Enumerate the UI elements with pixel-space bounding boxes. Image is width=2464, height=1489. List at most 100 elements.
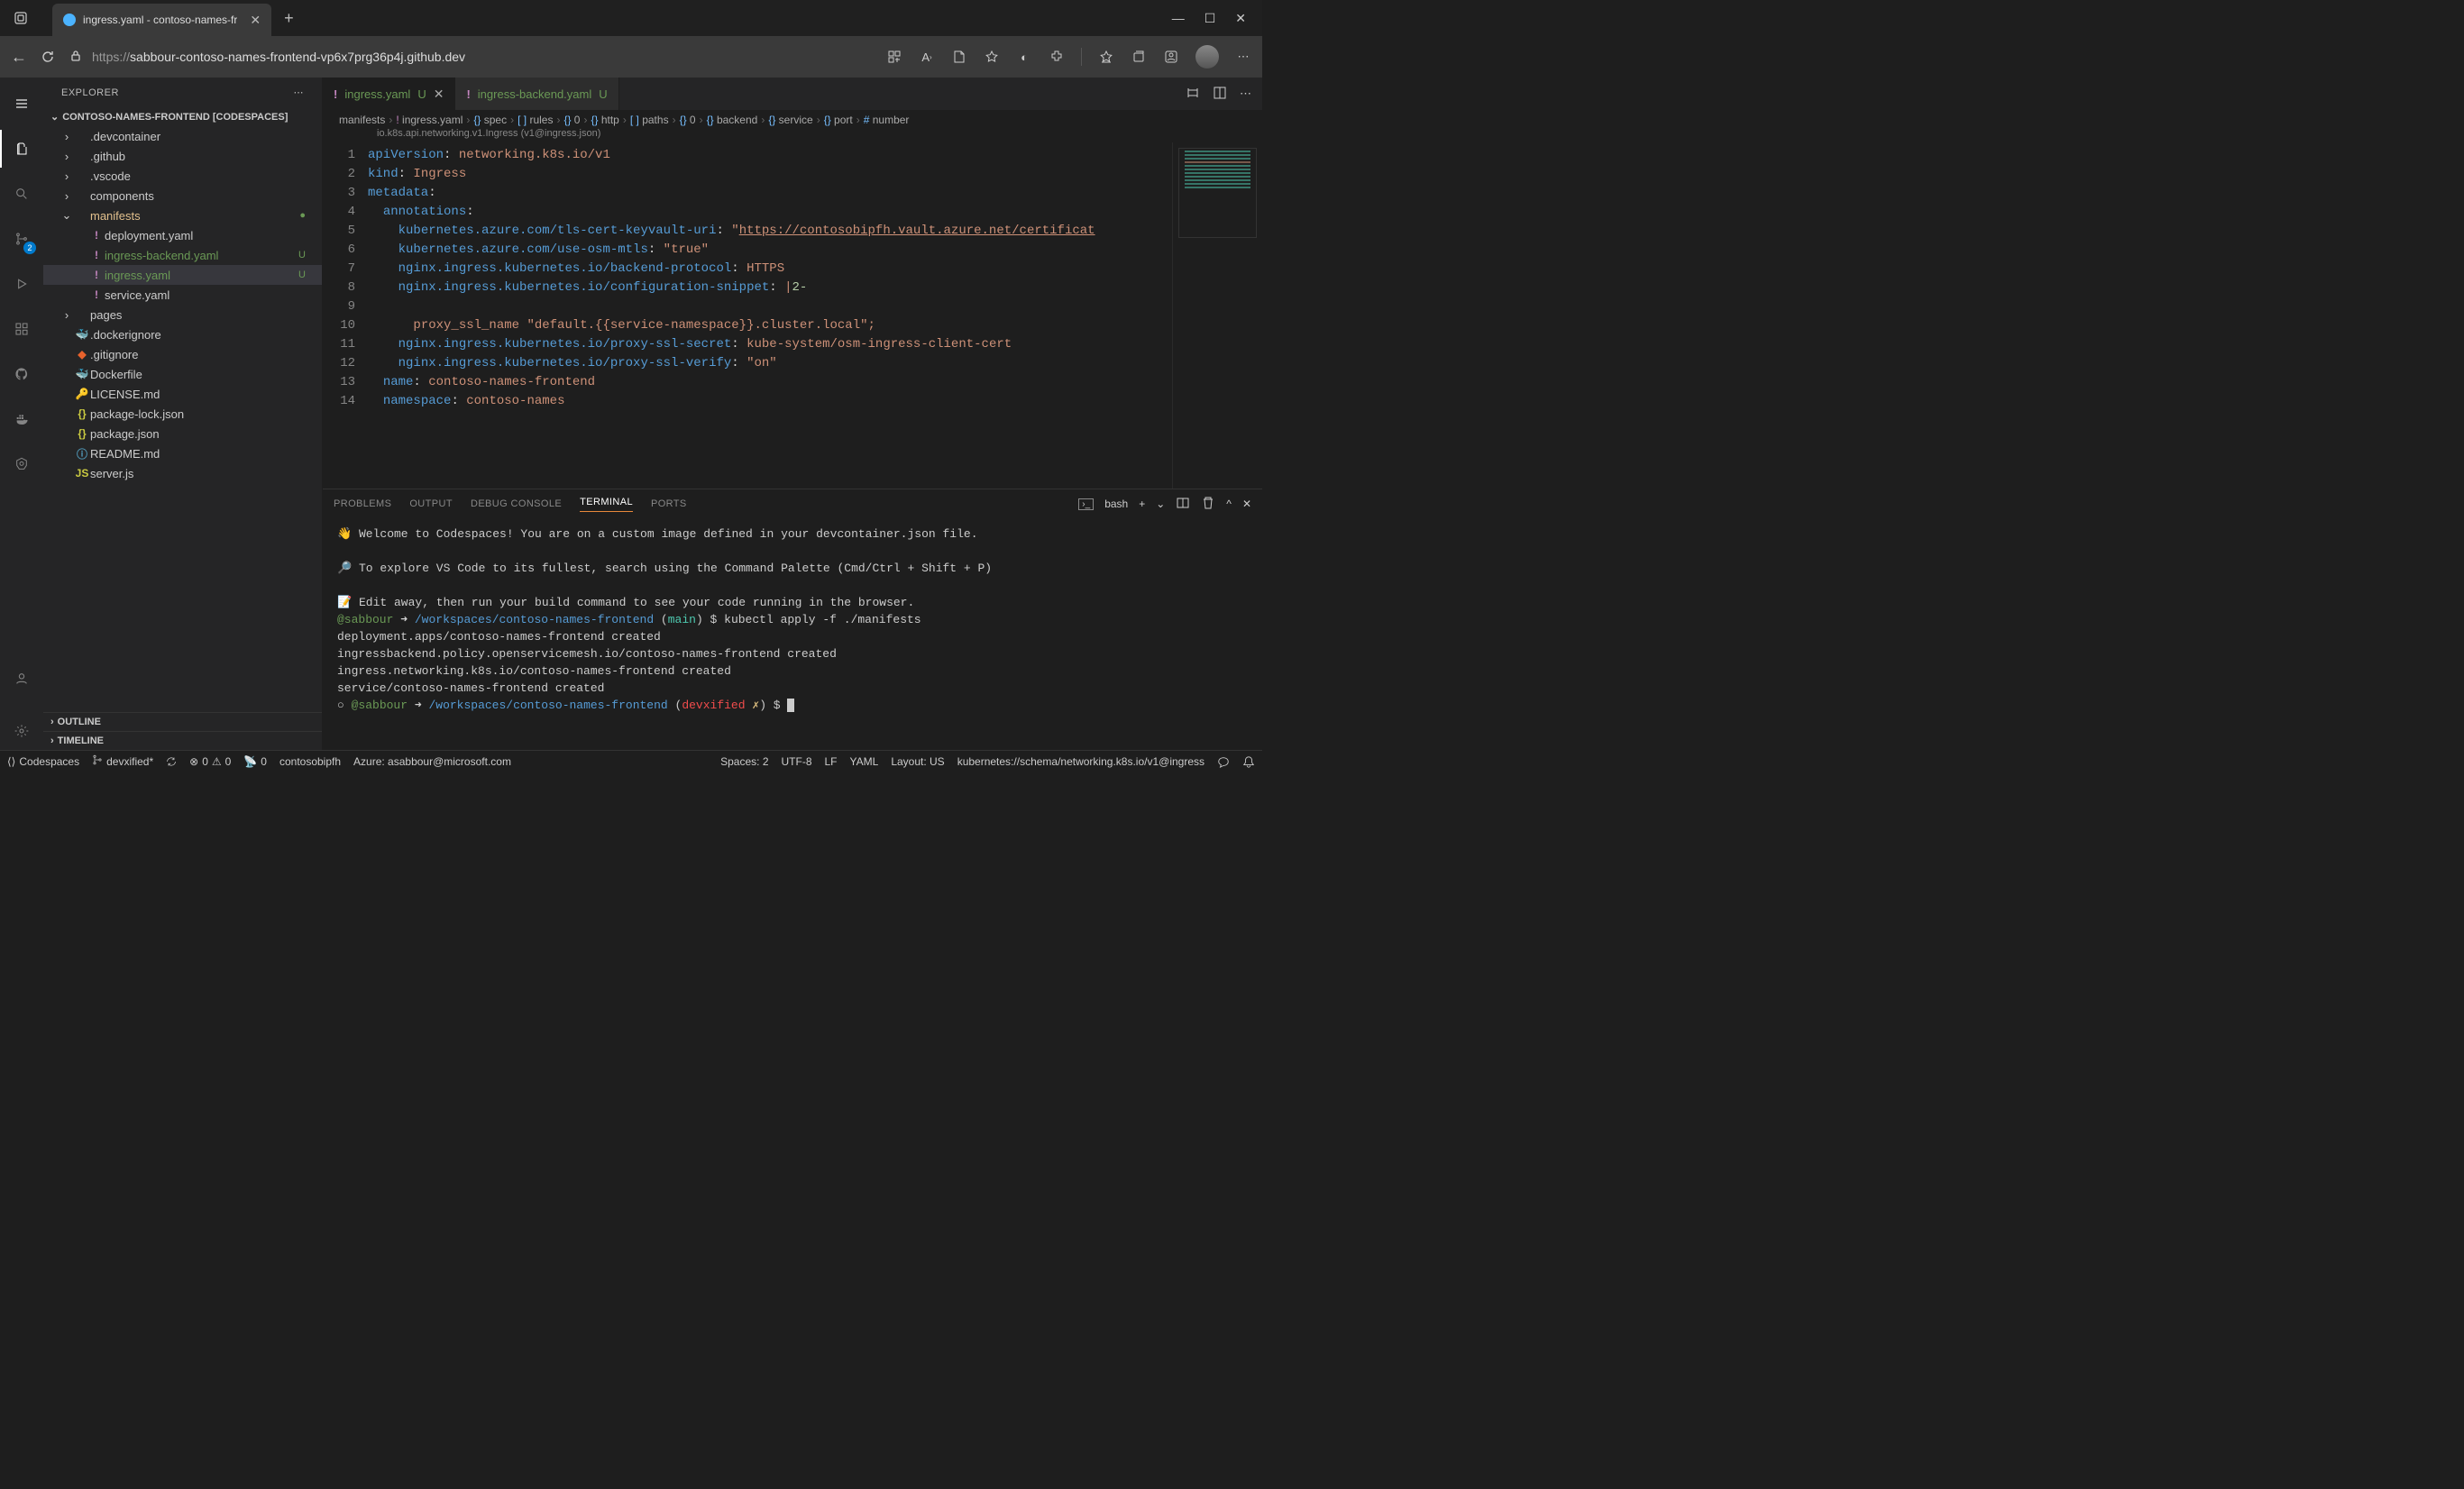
close-tab-icon[interactable]: ✕	[434, 87, 444, 102]
collections-icon[interactable]	[1131, 49, 1147, 65]
tree-item-package-json[interactable]: {}package.json	[43, 424, 322, 443]
schema-status[interactable]: kubernetes://schema/networking.k8s.io/v1…	[957, 755, 1205, 768]
more-menu-icon[interactable]: ⋯	[1235, 49, 1251, 65]
tree-item-package-lock-json[interactable]: {}package-lock.json	[43, 404, 322, 424]
breadcrumb-schema: io.k8s.api.networking.v1.Ingress (v1@ing…	[323, 128, 1262, 142]
browser-profile-icon[interactable]	[1163, 49, 1179, 65]
workspace-section[interactable]: ⌄ CONTOSO-NAMES-FRONTEND [CODESPACES]	[43, 107, 322, 126]
new-terminal-icon[interactable]: +	[1139, 498, 1145, 510]
debug-icon[interactable]	[0, 265, 43, 303]
maximize-panel-icon[interactable]: ^	[1226, 498, 1232, 510]
url-display[interactable]: https://sabbour-contoso-names-frontend-v…	[69, 49, 874, 66]
split-terminal-icon[interactable]	[1176, 496, 1190, 513]
new-tab-button[interactable]: +	[284, 9, 294, 28]
outline-section[interactable]: ›OUTLINE	[43, 712, 322, 731]
tree-item-pages[interactable]: ›pages	[43, 305, 322, 324]
tree-item-ingress-backend-yaml[interactable]: !ingress-backend.yamlU	[43, 245, 322, 265]
tree-item-license-md[interactable]: 🔑LICENSE.md	[43, 384, 322, 404]
text-size-icon[interactable]: A›	[919, 49, 935, 65]
editor-more-icon[interactable]: ⋯	[1240, 87, 1251, 101]
problems-status[interactable]: ⊗0⚠0	[189, 755, 231, 768]
close-panel-icon[interactable]: ✕	[1242, 498, 1251, 510]
account-icon[interactable]	[0, 660, 43, 698]
bottom-panel: PROBLEMS OUTPUT DEBUG CONSOLE TERMINAL PORTS…	[323, 489, 1262, 750]
user-avatar[interactable]	[1195, 45, 1219, 69]
git-branch-status[interactable]: devxified*	[92, 754, 153, 768]
language-status[interactable]: YAML	[850, 755, 879, 768]
menu-icon[interactable]	[0, 85, 43, 123]
azure-status[interactable]: Azure: asabbour@microsoft.com	[353, 755, 511, 768]
docker-icon[interactable]	[0, 400, 43, 438]
tree-item-server-js[interactable]: JSserver.js	[43, 463, 322, 483]
tree-item-readme-md[interactable]: ⓘREADME.md	[43, 443, 322, 463]
eol-status[interactable]: LF	[825, 755, 838, 768]
tree-item-deployment-yaml[interactable]: !deployment.yaml	[43, 225, 322, 245]
tree-item--github[interactable]: ›.github	[43, 146, 322, 166]
editor-tab-ingress-backend-yaml[interactable]: !ingress-backend.yaml U	[455, 78, 618, 110]
split-editor-icon[interactable]	[1213, 86, 1227, 103]
ports-status[interactable]: 📡0	[243, 755, 267, 768]
breadcrumb[interactable]: manifests›! ingress.yaml›{} spec›[ ] rul…	[323, 110, 1262, 128]
terminal-shell-icon[interactable]: ›_	[1078, 498, 1094, 510]
minimap[interactable]	[1172, 142, 1262, 489]
settings-gear-icon[interactable]	[0, 712, 43, 750]
explorer-icon[interactable]	[0, 130, 43, 168]
browser-tab[interactable]: ingress.yaml - contoso-names-fr ✕	[52, 4, 271, 36]
subscription-status[interactable]: contosobipfh	[279, 755, 341, 768]
tree-item--vscode[interactable]: ›.vscode	[43, 166, 322, 186]
tree-item-components[interactable]: ›components	[43, 186, 322, 206]
explorer-sidebar: EXPLORER ⋯ ⌄ CONTOSO-NAMES-FRONTEND [COD…	[43, 78, 323, 750]
kubernetes-icon[interactable]	[0, 445, 43, 483]
tree-item--gitignore[interactable]: ◆.gitignore	[43, 344, 322, 364]
source-control-icon[interactable]: 2	[0, 220, 43, 258]
close-window-icon[interactable]: ✕	[1235, 11, 1246, 26]
compare-icon[interactable]	[1186, 86, 1200, 103]
panel-tab-debug-console[interactable]: DEBUG CONSOLE	[471, 498, 562, 509]
app-install-icon[interactable]	[886, 49, 902, 65]
explorer-title: EXPLORER	[61, 87, 119, 98]
panel-tab-problems[interactable]: PROBLEMS	[334, 498, 391, 509]
feedback-icon[interactable]	[1217, 755, 1230, 768]
favorites-bar-icon[interactable]	[1098, 49, 1114, 65]
panel-tab-terminal[interactable]: TERMINAL	[580, 497, 633, 512]
activity-bar: 2	[0, 78, 43, 750]
reading-icon[interactable]	[951, 49, 967, 65]
refresh-icon[interactable]	[40, 49, 56, 65]
tab-actions-icon[interactable]	[7, 5, 34, 32]
notifications-icon[interactable]	[1242, 755, 1255, 768]
tree-item-dockerfile[interactable]: 🐳Dockerfile	[43, 364, 322, 384]
minimize-icon[interactable]: —	[1172, 11, 1185, 26]
tree-item-ingress-yaml[interactable]: !ingress.yamlU	[43, 265, 322, 285]
codespaces-status[interactable]: ⟨⟩Codespaces	[7, 755, 79, 768]
timeline-section[interactable]: ›TIMELINE	[43, 731, 322, 750]
favorite-icon[interactable]	[984, 49, 1000, 65]
browser-titlebar: ingress.yaml - contoso-names-fr ✕ + — ☐ …	[0, 0, 1262, 36]
search-icon[interactable]	[0, 175, 43, 213]
tree-item-manifests[interactable]: ⌄manifests●	[43, 206, 322, 225]
theme-icon[interactable]: ◐	[1016, 49, 1032, 65]
tree-item-service-yaml[interactable]: !service.yaml	[43, 285, 322, 305]
panel-tab-ports[interactable]: PORTS	[651, 498, 687, 509]
extensions-icon[interactable]	[0, 310, 43, 348]
code-editor[interactable]: 1234567891011121314 apiVersion: networki…	[323, 142, 1262, 489]
terminal-dropdown-icon[interactable]: ⌄	[1156, 498, 1165, 510]
spaces-status[interactable]: Spaces: 2	[720, 755, 768, 768]
layout-status[interactable]: Layout: US	[891, 755, 944, 768]
close-tab-icon[interactable]: ✕	[250, 13, 261, 28]
file-tree: ›.devcontainer›.github›.vscode›component…	[43, 126, 322, 712]
encoding-status[interactable]: UTF-8	[782, 755, 812, 768]
terminal-output[interactable]: 👋 Welcome to Codespaces! You are on a cu…	[323, 518, 1262, 750]
browser-tab-title: ingress.yaml - contoso-names-fr	[83, 14, 237, 26]
explorer-menu-icon[interactable]: ⋯	[294, 87, 305, 98]
maximize-icon[interactable]: ☐	[1205, 11, 1216, 26]
kill-terminal-icon[interactable]	[1201, 496, 1215, 513]
back-icon[interactable]: ←	[11, 49, 27, 65]
editor-tab-ingress-yaml[interactable]: !ingress.yaml U ✕	[323, 78, 455, 110]
extension-icon[interactable]	[1049, 49, 1065, 65]
tree-item--dockerignore[interactable]: 🐳.dockerignore	[43, 324, 322, 344]
sync-status[interactable]	[166, 756, 177, 767]
tree-item--devcontainer[interactable]: ›.devcontainer	[43, 126, 322, 146]
status-bar: ⟨⟩Codespaces devxified* ⊗0⚠0 📡0 contosob…	[0, 750, 1262, 772]
panel-tab-output[interactable]: OUTPUT	[409, 498, 453, 509]
github-icon[interactable]	[0, 355, 43, 393]
